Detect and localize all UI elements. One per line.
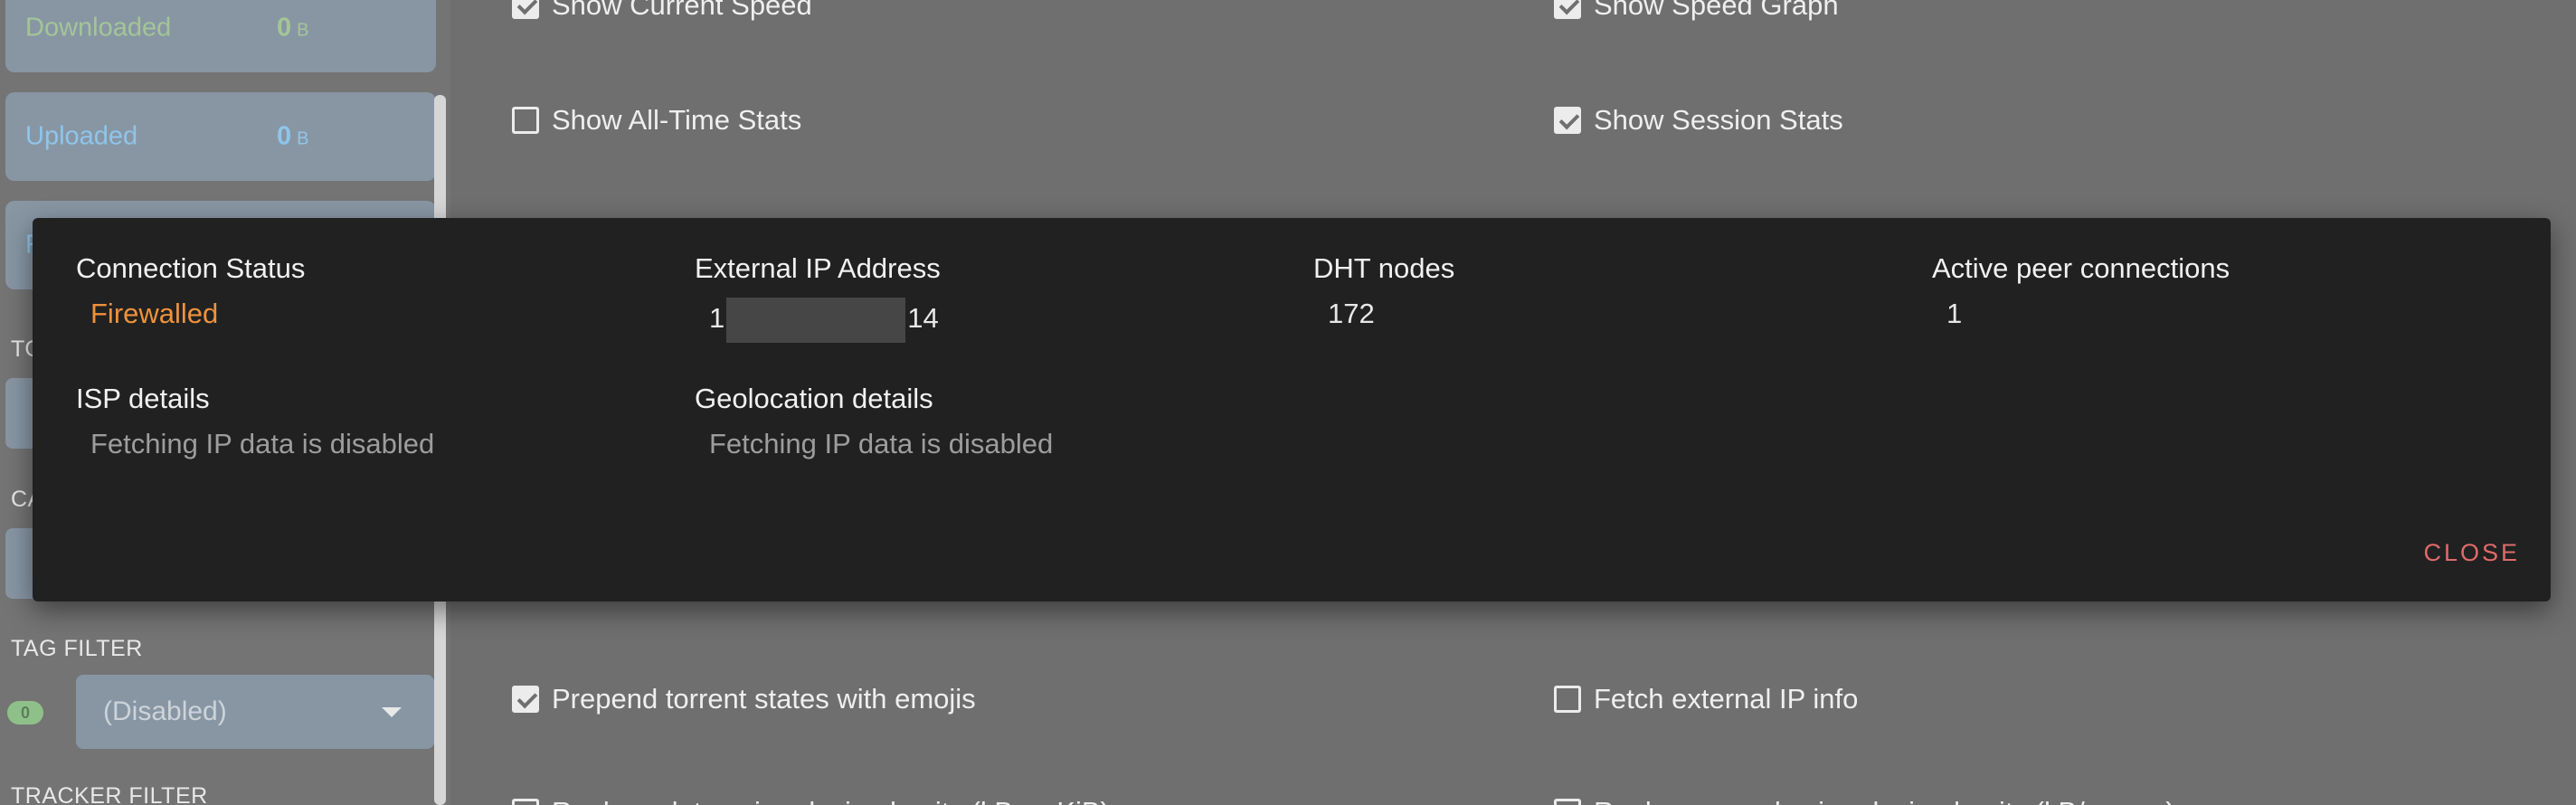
isp-details-label: ISP details [76,383,210,414]
show-speed-graph-row[interactable]: Show Speed Graph [1554,0,1839,22]
geolocation-details-label: Geolocation details [695,383,933,414]
decimal-data-units-row[interactable]: Replace data using decimal units (kB vs … [512,796,1110,805]
decimal-data-units-label: Replace data using decimal units (kB vs … [552,796,1110,805]
connection-status-value: Firewalled [90,298,219,329]
app-root: Downloaded 0B Uploaded 0B R TO CA TAG FI… [0,0,2576,805]
tag-filter-select[interactable]: (Disabled) [76,675,434,749]
geolocation-details-value: Fetching IP data is disabled [709,428,1054,459]
prepend-emojis-row[interactable]: Prepend torrent states with emojis [512,683,976,715]
active-peers-value: 1 [1946,298,1963,329]
decimal-speed-units-label: Replace speed using decimal units (kB/s … [1594,796,2175,805]
ip-redaction-mask [726,298,906,343]
dht-nodes-label: DHT nodes [1313,252,1455,284]
show-all-time-stats-label: Show All-Time Stats [552,104,802,136]
isp-details-block: ISP details Fetching IP data is disabled [76,383,434,460]
show-current-speed-checkbox[interactable] [512,0,539,19]
fetch-external-ip-checkbox[interactable] [1554,686,1581,713]
downloaded-value: 0B [277,13,309,43]
decimal-speed-units-row[interactable]: Replace speed using decimal units (kB/s … [1554,796,2175,805]
show-speed-graph-checkbox[interactable] [1554,0,1581,19]
active-peers-block: Active peer connections 1 [1932,252,2230,330]
show-all-time-stats-checkbox[interactable] [512,107,539,134]
geolocation-details-block: Geolocation details Fetching IP data is … [695,383,1053,460]
dht-nodes-value: 172 [1328,298,1375,329]
show-current-speed-label: Show Current Speed [552,0,812,21]
active-peers-label: Active peer connections [1932,252,2230,284]
external-ip-block: External IP Address 1 14 [695,252,941,343]
fetch-external-ip-label: Fetch external IP info [1594,683,1859,715]
show-all-time-stats-row[interactable]: Show All-Time Stats [512,104,801,137]
prepend-emojis-label: Prepend torrent states with emojis [552,683,976,715]
show-speed-graph-label: Show Speed Graph [1594,0,1839,21]
tag-filter-toggle[interactable]: 0 [7,701,43,724]
tag-filter-heading: TAG FILTER [11,636,143,661]
connection-status-block: Connection Status Firewalled [76,252,305,330]
downloaded-card: Downloaded 0B [5,0,436,72]
external-ip-label: External IP Address [695,252,941,284]
uploaded-value: 0B [277,121,309,151]
isp-details-value: Fetching IP data is disabled [90,428,435,459]
fetch-external-ip-row[interactable]: Fetch external IP info [1554,683,1858,715]
chevron-down-icon [382,707,402,717]
show-session-stats-row[interactable]: Show Session Stats [1554,104,1843,137]
uploaded-card: Uploaded 0B [5,92,436,181]
prepend-emojis-checkbox[interactable] [512,686,539,713]
tag-filter-value: (Disabled) [103,696,227,726]
dht-nodes-block: DHT nodes 172 [1313,252,1454,330]
decimal-data-units-checkbox[interactable] [512,799,539,805]
external-ip-value: 1 14 [709,298,941,343]
decimal-speed-units-checkbox[interactable] [1554,799,1581,805]
connection-status-dialog: Connection Status Firewalled External IP… [33,218,2551,601]
show-current-speed-row[interactable]: Show Current Speed [512,0,812,22]
uploaded-label: Uploaded [25,121,138,151]
close-button[interactable]: CLOSE [2423,539,2520,567]
connection-status-label: Connection Status [76,252,306,284]
show-session-stats-checkbox[interactable] [1554,107,1581,134]
tracker-filter-heading: TRACKER FILTER [11,783,208,805]
downloaded-label: Downloaded [25,13,172,43]
show-session-stats-label: Show Session Stats [1594,104,1843,136]
